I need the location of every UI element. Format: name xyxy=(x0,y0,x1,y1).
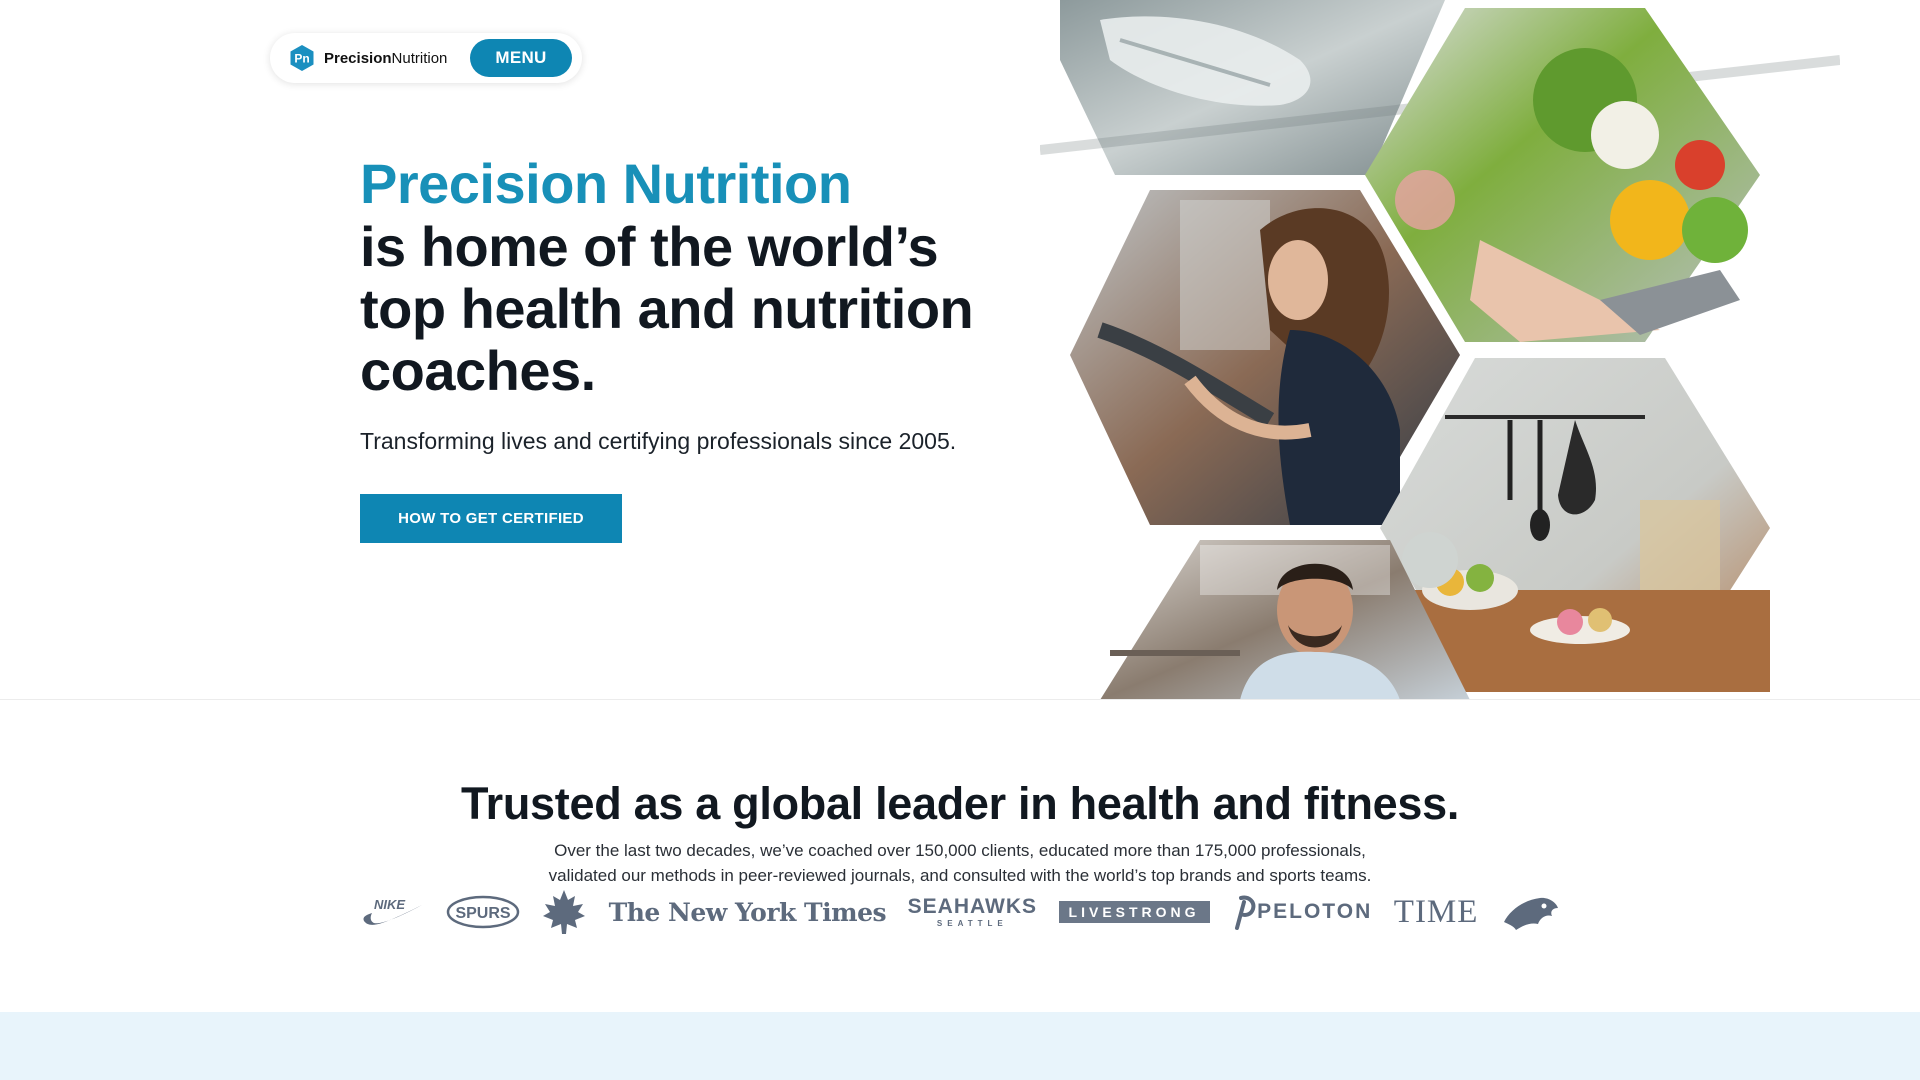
nike-wordmark: NIKE xyxy=(374,897,405,912)
peloton-p-icon xyxy=(1235,895,1256,930)
trusted-copy-line-2: validated our methods in peer-reviewed j… xyxy=(548,866,1372,885)
trusted-copy-line-1: Over the last two decades, we’ve coached… xyxy=(554,841,1366,860)
how-to-get-certified-button[interactable]: HOW TO GET CERTIFIED xyxy=(360,494,622,543)
logo-mark-text: Pn xyxy=(294,52,309,66)
hero-headline: Precision Nutrition is home of the world… xyxy=(360,152,1020,402)
maple-leafs-icon xyxy=(541,888,587,936)
trusted-copy: Over the last two decades, we’ve coached… xyxy=(0,838,1920,888)
menu-button[interactable]: MENU xyxy=(470,39,572,77)
hero-photo-collage xyxy=(1040,0,1840,700)
site-header: Pn PrecisionNutrition MENU xyxy=(270,33,582,83)
hero-subtitle: Transforming lives and certifying profes… xyxy=(360,428,957,454)
section-divider xyxy=(0,699,1920,700)
partner-logos: NIKE SPURS The New York Times SEAHAWKS S… xyxy=(360,884,1560,940)
nike-logo: NIKE xyxy=(360,895,424,929)
seahawks-wordmark: SEAHAWKS xyxy=(907,895,1037,918)
woman-gym-bike-photo xyxy=(1070,190,1460,525)
livestrong-logo: LIVESTRONG xyxy=(1058,901,1210,923)
vegetables-laptop-photo xyxy=(1365,8,1760,342)
hero-brand: Precision Nutrition xyxy=(360,152,852,215)
brand-logo-link[interactable]: PrecisionNutrition xyxy=(324,50,447,67)
next-section-band xyxy=(0,1012,1920,1080)
peloton-wordmark: PELOTON xyxy=(1257,900,1373,923)
hero-headline-text: is home of the world’s top health and nu… xyxy=(360,215,974,402)
trusted-heading: Trusted as a global leader in health and… xyxy=(460,778,1460,829)
spurs-wordmark: SPURS xyxy=(455,905,510,922)
time-logo: TIME xyxy=(1393,893,1479,930)
logo-word-bold: Precision xyxy=(324,49,392,67)
seahawks-logo: SEAHAWKS SEATTLE xyxy=(908,896,1037,928)
pn-logo-icon[interactable]: Pn xyxy=(288,44,316,72)
peloton-logo: PELOTON xyxy=(1231,894,1372,930)
logo-word-light: Nutrition xyxy=(391,49,448,67)
spurs-logo: SPURS xyxy=(446,892,520,932)
seahawks-city: SEATTLE xyxy=(936,919,1008,928)
nyt-logo: The New York Times xyxy=(608,897,887,927)
panther-head-icon xyxy=(1500,892,1560,932)
